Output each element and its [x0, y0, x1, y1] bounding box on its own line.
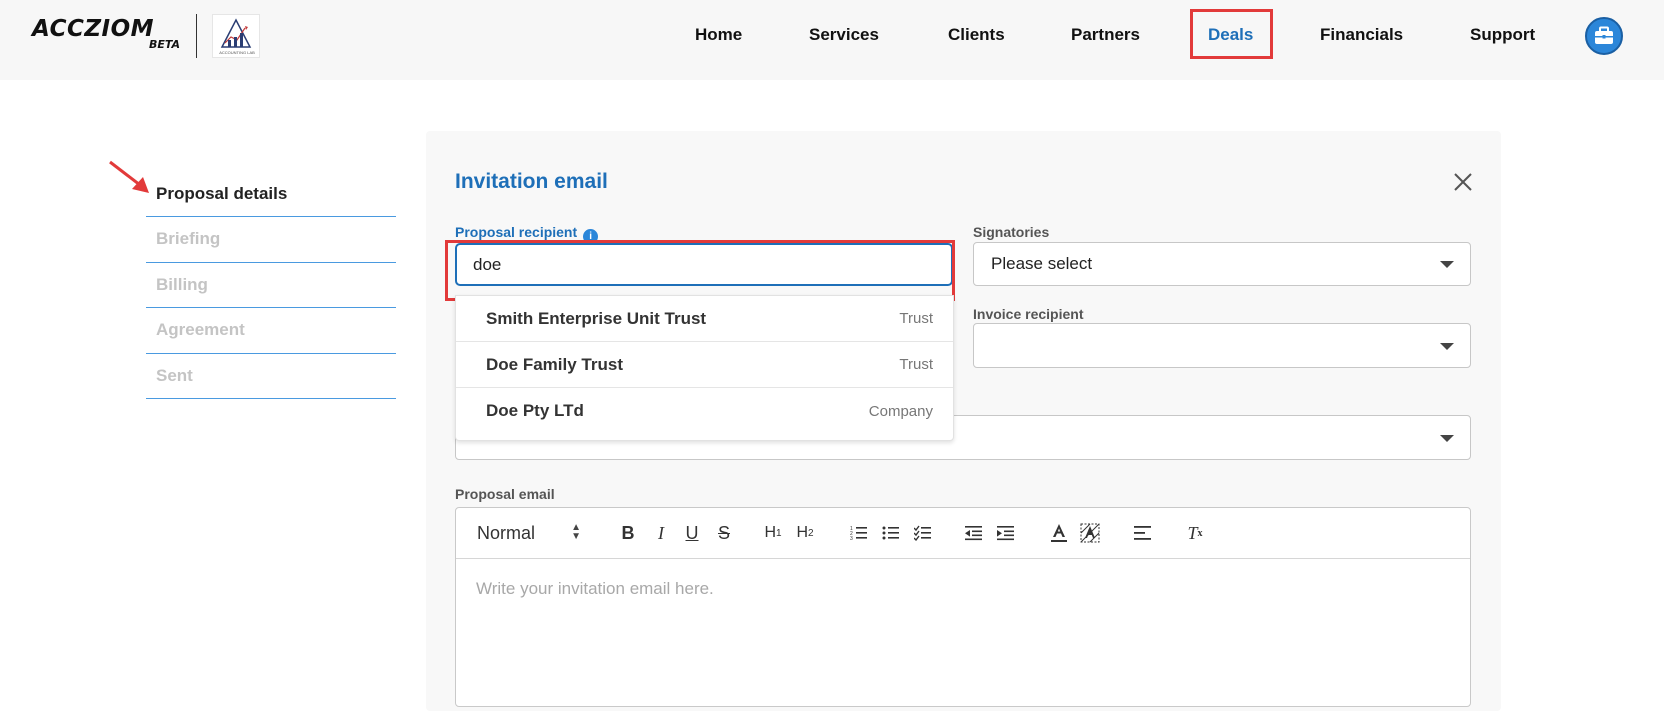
suggestion-type: Trust [899, 310, 933, 327]
heading2-icon[interactable]: H2 [793, 520, 817, 546]
signatories-select[interactable]: Please select [973, 242, 1471, 286]
step-billing[interactable]: Billing [146, 263, 396, 308]
heading1-icon[interactable]: H1 [761, 520, 785, 546]
text-color-icon[interactable] [1047, 520, 1071, 546]
nav-clients[interactable]: Clients [948, 25, 1005, 45]
logo-divider [196, 14, 197, 58]
text-style-select[interactable]: Normal ▲ ▼ [477, 520, 581, 546]
chevron-down-icon [1440, 434, 1454, 442]
recipient-suggestions: Smith Enterprise Unit Trust Trust Doe Fa… [455, 295, 954, 441]
indent-icon[interactable] [994, 520, 1018, 546]
nav-financials[interactable]: Financials [1320, 25, 1403, 45]
bullet-list-icon[interactable] [879, 520, 903, 546]
deals-highlight-box [1190, 9, 1273, 59]
step-agreement[interactable]: Agreement [146, 308, 396, 354]
suggestion-item[interactable]: Doe Pty LTd Company [456, 388, 953, 434]
proposal-email-editor[interactable]: Normal ▲ ▼ B I U S H1 H2 123 T x Write y… [455, 507, 1471, 707]
checklist-icon[interactable] [911, 520, 935, 546]
close-icon[interactable] [1452, 171, 1474, 193]
align-left-icon[interactable] [1131, 520, 1155, 546]
nav-home[interactable]: Home [695, 25, 742, 45]
invoice-recipient-label: Invoice recipient [973, 306, 1084, 322]
nav-services[interactable]: Services [809, 25, 879, 45]
step-briefing[interactable]: Briefing [146, 217, 396, 263]
proposal-recipient-label: Proposal recipient i [455, 224, 599, 244]
panel-title: Invitation email [455, 170, 608, 193]
text-style-value: Normal [477, 522, 536, 543]
proposal-email-label: Proposal email [455, 486, 555, 502]
proposal-recipient-input[interactable] [455, 243, 953, 286]
acczioam-logo[interactable]: ACCZIOM [32, 16, 154, 42]
editor-placeholder: Write your invitation email here. [476, 579, 714, 598]
underline-icon[interactable]: U [680, 520, 704, 546]
signatories-value: Please select [991, 254, 1093, 273]
suggestion-type: Trust [899, 356, 933, 373]
partner-logo: ACCOUNTING LAB [212, 14, 260, 58]
proposal-recipient-label-text: Proposal recipient [455, 224, 578, 240]
nav-support[interactable]: Support [1470, 25, 1535, 45]
suggestion-type: Company [868, 402, 933, 420]
clear-format-icon[interactable]: Tx [1183, 520, 1207, 546]
step-sent[interactable]: Sent [146, 354, 396, 399]
updown-arrows-icon: ▲ ▼ [571, 522, 581, 542]
beta-badge: BETA [149, 38, 181, 51]
top-header: ACCZIOM BETA ACCOUNTING LAB Home Service… [0, 0, 1664, 80]
nav-partners[interactable]: Partners [1071, 25, 1140, 45]
info-icon[interactable]: i [583, 229, 599, 244]
chevron-down-icon [1440, 342, 1454, 350]
suggestion-item[interactable]: Smith Enterprise Unit Trust Trust [456, 296, 953, 342]
italic-icon[interactable]: I [649, 520, 673, 546]
suggestion-name: Doe Pty LTd [486, 401, 584, 420]
editor-toolbar: Normal ▲ ▼ B I U S H1 H2 123 T x [456, 508, 1470, 559]
outdent-icon[interactable] [962, 520, 986, 546]
bold-icon[interactable]: B [616, 520, 640, 546]
ordered-list-icon[interactable]: 123 [847, 520, 871, 546]
step-proposal-details[interactable]: Proposal details [146, 172, 396, 217]
briefcase-icon[interactable] [1585, 17, 1623, 55]
background-color-icon[interactable] [1078, 520, 1102, 546]
signatories-label: Signatories [973, 224, 1050, 240]
suggestion-name: Smith Enterprise Unit Trust [486, 308, 707, 328]
strikethrough-icon[interactable]: S [712, 520, 736, 546]
partner-logo-caption: ACCOUNTING LAB [219, 50, 255, 55]
svg-text:3: 3 [850, 536, 853, 541]
invoice-recipient-select[interactable] [973, 323, 1471, 368]
suggestion-item[interactable]: Doe Family Trust Trust [456, 342, 953, 388]
suggestion-name: Doe Family Trust [486, 354, 623, 374]
proposal-steps: Proposal details Briefing Billing Agreem… [146, 172, 396, 399]
chevron-down-icon [1440, 261, 1454, 268]
